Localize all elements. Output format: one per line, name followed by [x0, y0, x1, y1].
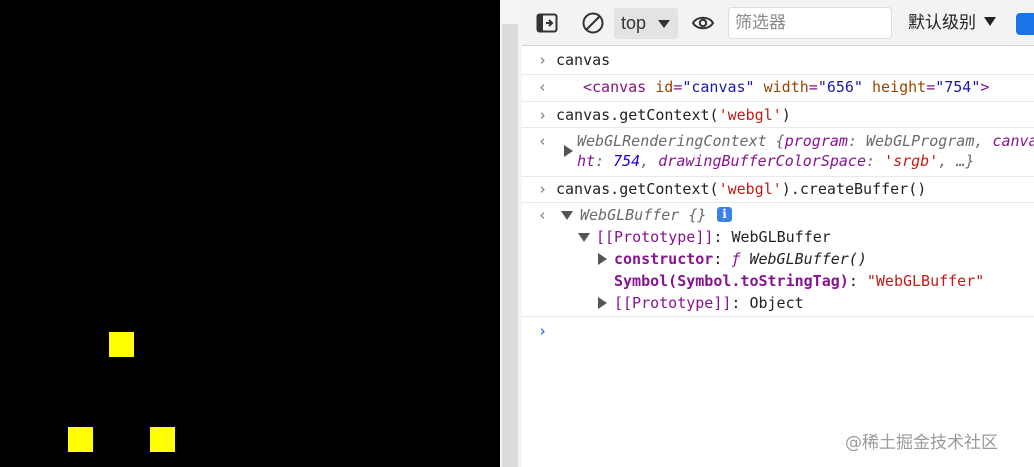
- input-chevron-icon: ›: [538, 180, 548, 198]
- context-selector[interactable]: top: [614, 8, 678, 39]
- collapse-triangle-icon[interactable]: [561, 211, 573, 220]
- yellow-square-bottom-right: [150, 427, 175, 452]
- to-string-tag-property: Symbol(Symbol.toStringTag): "WebGLBuffer…: [614, 272, 985, 290]
- log-levels-label: 默认级别: [908, 13, 976, 33]
- prototype-object-property[interactable]: [[Prototype]]: Object: [614, 293, 804, 313]
- console-output-row[interactable]: ‹ <canvas id="canvas" width="656" height…: [522, 74, 1034, 102]
- input-chevron-icon: ›: [538, 51, 548, 69]
- collapse-triangle-icon[interactable]: [578, 233, 590, 242]
- input-chevron-icon: ›: [538, 106, 548, 124]
- canvas-element-output[interactable]: <canvas id="canvas" width="656" height="…: [583, 77, 989, 97]
- log-levels-dropdown[interactable]: 默认级别: [908, 8, 996, 39]
- console-input-text: canvas.getContext('webgl'): [556, 106, 791, 124]
- console-toolbar: top 筛选器 默认级别: [522, 0, 1034, 46]
- console-messages: › canvas ‹ <canvas id="canvas" width="65…: [522, 46, 1034, 467]
- settings-badge-icon[interactable]: [1016, 13, 1034, 35]
- vertical-scrollbar[interactable]: [502, 24, 518, 467]
- filter-placeholder: 筛选器: [735, 13, 786, 33]
- chevron-down-icon: [658, 20, 670, 28]
- console-input-text: canvas.getContext('webgl').createBuffer(…: [556, 180, 927, 198]
- yellow-square-bottom-left: [68, 427, 93, 452]
- live-expression-eye-icon[interactable]: [691, 14, 715, 32]
- prompt-chevron-icon: ›: [538, 322, 548, 340]
- console-output-row[interactable]: ‹ WebGLBuffer {} i [[Prototype]]: WebGLB…: [522, 202, 1034, 317]
- console-prompt[interactable]: ›: [522, 317, 1034, 347]
- rendering-context-summary-line1[interactable]: WebGLRenderingContext {program: WebGLPro…: [577, 131, 1034, 151]
- watermark: @稀土掘金技术社区: [845, 433, 998, 453]
- constructor-property[interactable]: constructor: ƒ WebGLBuffer(): [614, 249, 867, 269]
- output-chevron-icon: ‹: [538, 78, 548, 96]
- clear-console-icon[interactable]: [581, 11, 605, 35]
- prototype-property[interactable]: [[Prototype]]: WebGLBuffer: [596, 227, 831, 247]
- context-selector-value: top: [621, 13, 647, 33]
- console-input-row: › canvas.getContext('webgl').createBuffe…: [522, 176, 1034, 203]
- dock-side-icon[interactable]: [536, 13, 558, 33]
- expand-triangle-icon[interactable]: [598, 253, 607, 265]
- devtools-panel: top 筛选器 默认级别 › canvas ‹ <canvas id="canv…: [522, 0, 1034, 467]
- chevron-down-icon: [984, 17, 996, 26]
- expand-triangle-icon[interactable]: [598, 297, 607, 309]
- console-input-row: › canvas.getContext('webgl'): [522, 101, 1034, 128]
- webgl-canvas: [0, 0, 500, 467]
- filter-input[interactable]: 筛选器: [728, 7, 892, 39]
- info-icon[interactable]: i: [717, 207, 732, 222]
- console-input-row: › canvas: [522, 46, 1034, 75]
- webgl-buffer-summary[interactable]: WebGLBuffer {}: [580, 205, 706, 225]
- console-output-row[interactable]: ‹ WebGLRenderingContext {program: WebGLP…: [522, 127, 1034, 177]
- rendering-context-summary-line2[interactable]: ht: 754, drawingBufferColorSpace: 'srgb'…: [577, 151, 974, 171]
- output-chevron-icon: ‹: [538, 132, 548, 150]
- output-chevron-icon: ‹: [538, 206, 548, 224]
- yellow-square-top: [109, 332, 134, 357]
- expand-triangle-icon[interactable]: [564, 145, 573, 157]
- console-input-text: canvas: [556, 51, 611, 69]
